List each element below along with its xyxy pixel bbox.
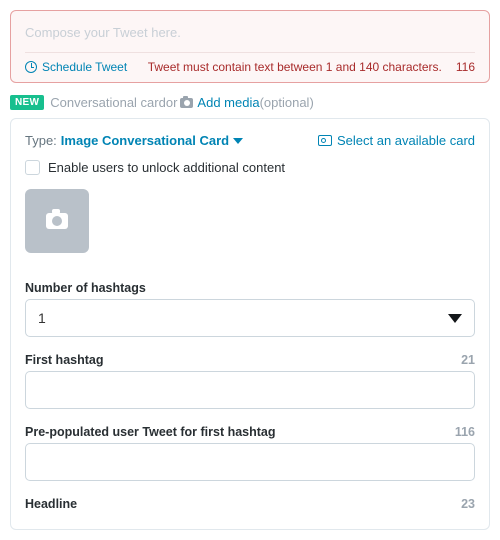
camera-icon xyxy=(46,213,68,229)
first-hashtag-count: 21 xyxy=(461,353,475,367)
optional-text: (optional) xyxy=(260,95,314,110)
prepopulated-tweet-count: 116 xyxy=(455,425,475,439)
first-hashtag-input[interactable] xyxy=(25,371,475,409)
first-hashtag-label: First hashtag xyxy=(25,353,104,367)
chevron-down-icon xyxy=(448,314,462,323)
card-mode-subheader: NEW Conversational card or Add media (op… xyxy=(10,95,490,110)
headline-count: 23 xyxy=(461,497,475,511)
or-text: or xyxy=(166,95,178,110)
chevron-down-icon xyxy=(233,138,243,144)
conversational-card-panel: Type: Image Conversational Card Select a… xyxy=(10,118,490,530)
unlock-content-checkbox[interactable] xyxy=(25,160,40,175)
headline-label: Headline xyxy=(25,497,77,511)
number-of-hashtags-select[interactable]: 1 xyxy=(25,299,475,337)
select-available-card-link[interactable]: Select an available card xyxy=(337,133,475,148)
prepopulated-tweet-field: Pre-populated user Tweet for first hasht… xyxy=(25,425,475,481)
compose-char-count: 116 xyxy=(456,60,475,74)
compose-footer: Schedule Tweet Tweet must contain text b… xyxy=(25,52,475,74)
first-hashtag-field: First hashtag 21 xyxy=(25,353,475,409)
number-of-hashtags-label: Number of hashtags xyxy=(25,281,146,295)
prepopulated-tweet-label: Pre-populated user Tweet for first hasht… xyxy=(25,425,276,439)
number-of-hashtags-value: 1 xyxy=(38,310,46,326)
unlock-content-row: Enable users to unlock additional conten… xyxy=(25,160,475,175)
card-header: Type: Image Conversational Card Select a… xyxy=(25,133,475,148)
headline-field: Headline 23 xyxy=(25,497,475,511)
conversational-card-label: Conversational card xyxy=(50,95,166,110)
unlock-content-label: Enable users to unlock additional conten… xyxy=(48,160,285,175)
compose-error-text: Tweet must contain text between 1 and 14… xyxy=(148,60,442,74)
image-upload-box[interactable] xyxy=(25,189,89,253)
card-type-dropdown[interactable]: Image Conversational Card xyxy=(61,133,243,148)
number-of-hashtags-field: Number of hashtags 1 xyxy=(25,281,475,337)
schedule-tweet-link[interactable]: Schedule Tweet xyxy=(42,60,127,74)
card-type-value: Image Conversational Card xyxy=(61,133,229,148)
new-badge: NEW xyxy=(10,95,44,110)
card-library-icon xyxy=(318,135,332,146)
prepopulated-tweet-input[interactable] xyxy=(25,443,475,481)
card-type-label: Type: xyxy=(25,133,57,148)
clock-icon xyxy=(25,61,37,73)
add-media-link[interactable]: Add media xyxy=(197,95,259,110)
camera-icon xyxy=(180,98,193,108)
compose-tweet-box: Compose your Tweet here. Schedule Tweet … xyxy=(10,10,490,83)
compose-textarea[interactable]: Compose your Tweet here. xyxy=(25,23,475,52)
